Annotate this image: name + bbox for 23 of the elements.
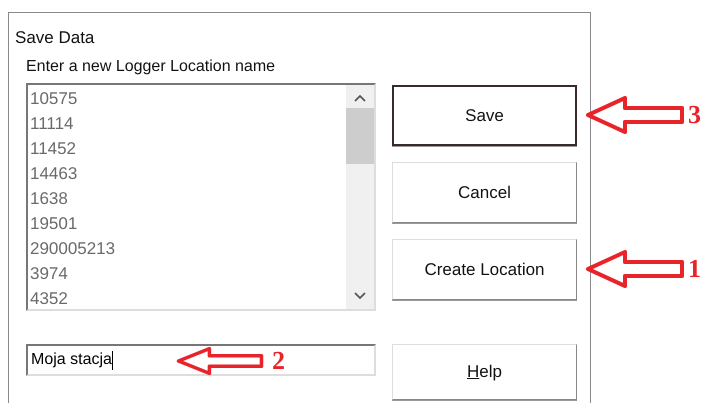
dialog-button[interactable]: Create Location (392, 239, 577, 300)
dialog-button[interactable]: Help (392, 344, 577, 400)
list-item[interactable]: 4352 (30, 286, 346, 309)
list-item[interactable]: 14463 (30, 161, 346, 186)
list-item[interactable]: 19501 (30, 211, 346, 236)
dialog-button[interactable]: Save (392, 85, 577, 146)
scroll-up-icon[interactable] (354, 94, 366, 102)
scrollbar[interactable] (346, 85, 374, 309)
list-item[interactable]: 10575 (30, 86, 346, 111)
scroll-thumb[interactable] (346, 108, 374, 164)
list-item[interactable]: 290005213 (30, 236, 346, 261)
list-item[interactable]: 11452 (30, 136, 346, 161)
list-item[interactable]: 3974 (30, 261, 346, 286)
list-item[interactable]: 11114 (30, 111, 346, 136)
callout-number: 3 (688, 102, 701, 128)
scroll-down-icon[interactable] (354, 292, 366, 300)
prompt-label: Enter a new Logger Location name (26, 57, 276, 77)
list-item[interactable]: 1638 (30, 186, 346, 211)
dialog-title: Save Data (14, 27, 96, 49)
dialog-button[interactable]: Cancel (392, 162, 577, 223)
callout-number: 1 (688, 256, 701, 282)
callout-number: 2 (272, 348, 285, 374)
location-list[interactable]: 10575 11114 11452 14463 1638 19501 290005213 3974 4352 (26, 83, 376, 311)
